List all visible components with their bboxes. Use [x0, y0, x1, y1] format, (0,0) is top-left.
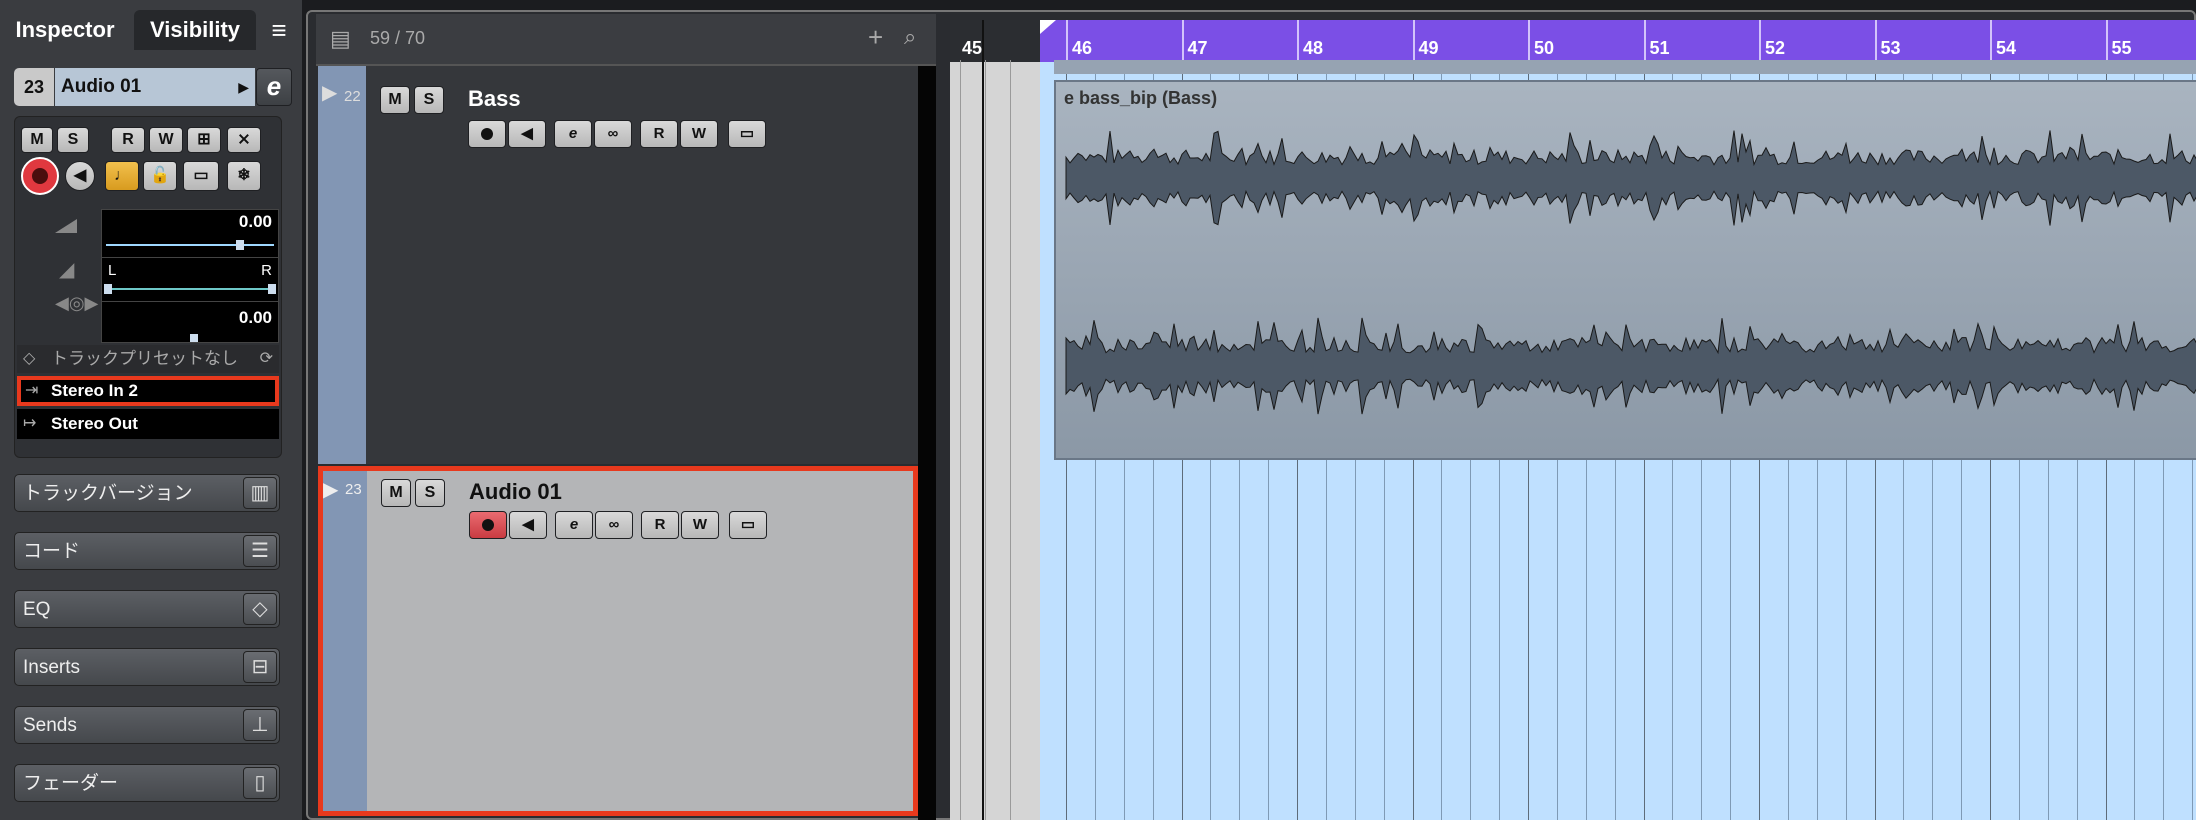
- grid-line: [985, 60, 986, 820]
- clip-top-strip: [1054, 60, 2196, 74]
- grid-line: [1010, 60, 1011, 820]
- grid-line: [960, 60, 961, 820]
- playhead-line[interactable]: [982, 20, 984, 820]
- waveform: [1065, 130, 2196, 415]
- audio-clip[interactable]: e bass_bip (Bass): [1054, 80, 2196, 460]
- cycle-start-marker[interactable]: [1040, 20, 1056, 34]
